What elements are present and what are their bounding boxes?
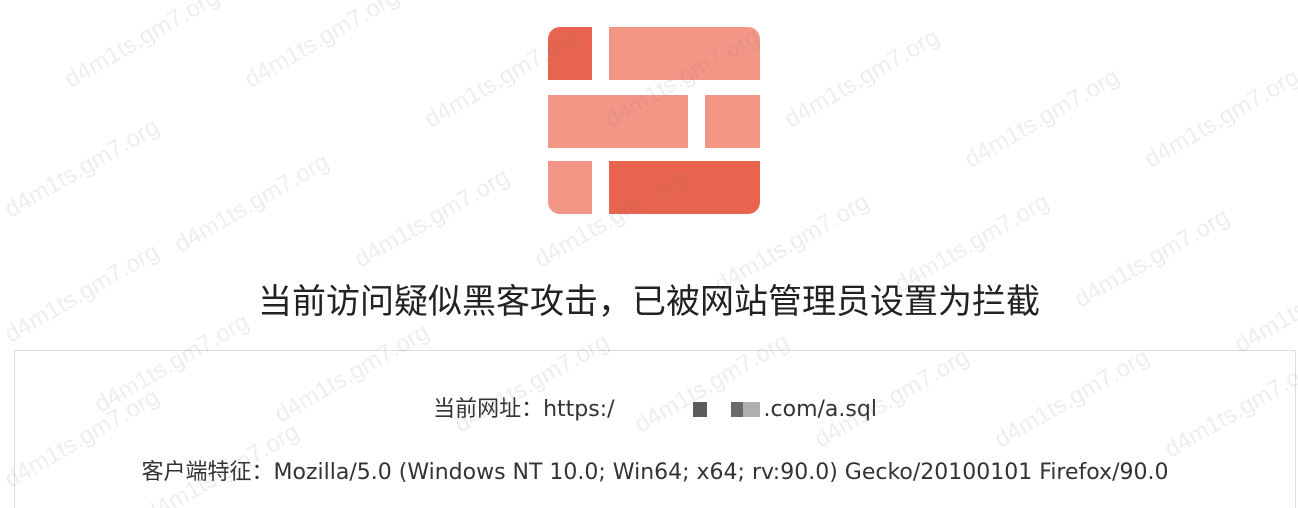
- watermark-text: d4m1ts.gm7.org: [960, 63, 1124, 174]
- firewall-logo-icon: [548, 27, 760, 214]
- current-url-row: 当前网址：https:/ .com/a.sql: [15, 395, 1295, 425]
- user-agent-value: Mozilla/5.0 (Windows NT 10.0; Win64; x64…: [273, 460, 1169, 485]
- watermark-text: d4m1ts.gm7.org: [60, 0, 224, 94]
- redaction-block: [730, 402, 743, 417]
- watermark-text: d4m1ts.gm7.org: [780, 23, 944, 134]
- redaction-block: [742, 402, 760, 417]
- current-url-suffix: .com/a.sql: [763, 397, 877, 422]
- watermark-text: d4m1ts.gm7.org: [170, 148, 334, 259]
- watermark-text: d4m1ts.gm7.org: [350, 163, 514, 274]
- redaction-block: [692, 402, 707, 417]
- block-page: 当前访问疑似黑客攻击，已被网站管理员设置为拦截 当前网址：https:/ .com…: [0, 0, 1298, 508]
- watermark-text: d4m1ts.gm7.org: [0, 113, 164, 224]
- user-agent-label: 客户端特征：: [141, 460, 274, 485]
- request-info-box: 当前网址：https:/ .com/a.sql 客户端特征：Mozilla/5.0…: [14, 350, 1296, 508]
- watermark-text: d4m1ts.gm7.org: [1140, 63, 1298, 174]
- current-url-label: 当前网址：: [433, 397, 544, 422]
- current-url-prefix: https:/: [543, 397, 615, 422]
- watermark-text: d4m1ts.gm7.org: [240, 0, 404, 94]
- block-message-heading: 当前访问疑似黑客攻击，已被网站管理员设置为拦截: [258, 282, 1040, 322]
- user-agent-row: 客户端特征：Mozilla/5.0 (Windows NT 10.0; Win6…: [15, 458, 1295, 488]
